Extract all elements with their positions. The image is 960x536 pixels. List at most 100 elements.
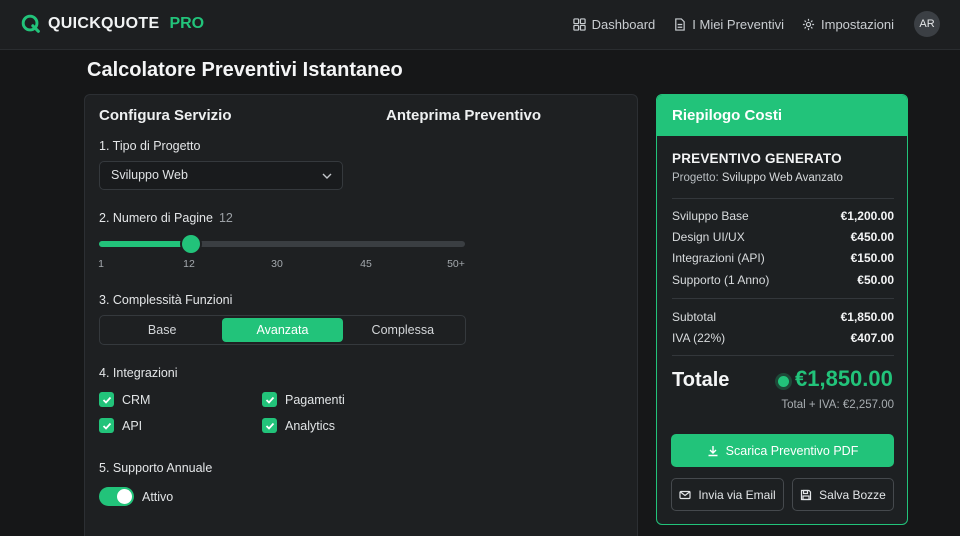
mail-icon <box>679 490 691 499</box>
pages-count: 12 <box>218 211 233 225</box>
pages-slider-thumb[interactable] <box>182 235 200 253</box>
integration-api-label: API <box>122 418 143 433</box>
brand-name: QUICKQUOTE <box>48 15 160 32</box>
preview-heading: Anteprima Preventivo <box>386 107 542 124</box>
gear-icon <box>802 18 815 30</box>
integration-payments-label: Pagamenti <box>285 392 345 407</box>
total-label: Totale <box>672 369 730 391</box>
check-icon <box>265 396 274 404</box>
dashboard-grid-icon <box>572 17 586 31</box>
vat-row: IVA (22%) €407.00 <box>672 331 894 345</box>
cost-line: Supporto (1 Anno) €50.00 <box>672 273 894 287</box>
divider <box>672 355 894 356</box>
subtotal-row: Subtotal €1,850.00 <box>672 310 894 324</box>
integration-payments[interactable]: Pagamenti <box>262 392 345 407</box>
integration-crm-label: CRM <box>122 392 151 407</box>
pages-slider[interactable] <box>99 235 465 253</box>
cost-line-value: €450.00 <box>850 230 894 244</box>
check-icon <box>102 396 111 404</box>
total-value: €1,850.00 <box>795 366 893 391</box>
complexity-option-base[interactable]: Base <box>102 318 222 342</box>
check-icon <box>102 422 111 430</box>
integration-api[interactable]: API <box>99 418 142 433</box>
checkbox-checked[interactable] <box>99 392 114 407</box>
brand-logo[interactable]: QUICKQUOTE PRO <box>20 13 204 35</box>
top-bar: QUICKQUOTE PRO Dashboard I Miei Preventiv… <box>0 0 960 50</box>
complexity-label: 3. Complessità Funzioni <box>99 293 233 307</box>
subtotal-label: Subtotal <box>672 310 717 324</box>
check-icon <box>265 422 274 430</box>
complexity-option-complex[interactable]: Complessa <box>343 318 463 342</box>
subtotal-value: €1,850.00 <box>840 310 894 324</box>
summary-heading: Riepilogo Costi <box>657 95 907 136</box>
integration-crm[interactable]: CRM <box>99 392 150 407</box>
divider <box>672 298 894 299</box>
user-avatar[interactable]: AR <box>914 11 940 37</box>
cost-line-value: €1,200.00 <box>840 209 894 223</box>
cost-line-value: €50.00 <box>857 273 894 287</box>
nav-dashboard-label: Dashboard <box>591 16 656 32</box>
status-dot-icon <box>778 376 789 387</box>
checkbox-checked[interactable] <box>99 418 114 433</box>
slider-tick: 12 <box>183 258 195 270</box>
complexity-option-advanced[interactable]: Avanzata <box>222 318 343 342</box>
summary-title: PREVENTIVO GENERATO <box>672 151 842 166</box>
pages-label-row: 2. Numero di Pagine 12 <box>99 211 233 225</box>
slider-tick: 30 <box>271 258 283 270</box>
nav-settings-label: Impostazioni <box>821 16 894 32</box>
cost-line-label: Integrazioni (API) <box>672 251 765 265</box>
send-email-label: Invia via Email <box>698 487 776 502</box>
divider <box>672 198 894 199</box>
slider-tick: 1 <box>98 258 104 270</box>
support-toggle-row: Attivo <box>99 487 173 506</box>
cost-line: Sviluppo Base €1,200.00 <box>672 209 894 223</box>
download-pdf-label: Scarica Preventivo PDF <box>725 443 859 458</box>
vat-label: IVA (22%) <box>672 331 726 345</box>
project-type-select[interactable]: Sviluppo Web <box>99 161 343 190</box>
cost-line-label: Supporto (1 Anno) <box>672 273 770 287</box>
send-email-button[interactable]: Invia via Email <box>671 478 784 511</box>
integrations-label: 4. Integrazioni <box>99 366 178 380</box>
download-icon <box>708 445 718 456</box>
project-type-value: Sviluppo Web <box>111 168 188 182</box>
cost-line-value: €150.00 <box>850 251 894 265</box>
checkbox-checked[interactable] <box>262 392 277 407</box>
project-value: Sviluppo Web Avanzato <box>721 172 843 184</box>
cost-line-label: Design UI/UX <box>672 230 745 244</box>
support-toggle-label: Attivo <box>142 489 174 504</box>
checkbox-checked[interactable] <box>262 418 277 433</box>
cost-line: Integrazioni (API) €150.00 <box>672 251 894 265</box>
cost-line-label: Sviluppo Base <box>672 209 749 223</box>
integration-analytics-label: Analytics <box>285 418 336 433</box>
cost-summary-panel: Riepilogo Costi PREVENTIVO GENERATO Prog… <box>656 94 908 525</box>
document-icon <box>675 17 686 31</box>
complexity-segmented-control: Base Avanzata Complessa <box>99 315 466 345</box>
chevron-down-icon <box>322 173 332 179</box>
nav-settings[interactable]: Impostazioni <box>802 17 894 32</box>
main-nav: Dashboard I Miei Preventivi Impostazioni… <box>555 11 940 37</box>
total-with-vat: Total + IVA: €2,257.00 <box>781 399 894 411</box>
nav-my-quotes-label: I Miei Preventivi <box>692 16 785 32</box>
cost-line: Design UI/UX €450.00 <box>672 230 894 244</box>
download-pdf-button[interactable]: Scarica Preventivo PDF <box>671 434 894 467</box>
pages-slider-ticks: 1 12 30 45 50+ <box>98 258 465 272</box>
brand-accent: PRO <box>169 15 205 32</box>
summary-project: Progetto: Sviluppo Web Avanzato <box>672 172 843 184</box>
save-draft-button[interactable]: Salva Bozze <box>792 478 894 511</box>
nav-dashboard[interactable]: Dashboard <box>572 16 656 32</box>
support-label: 5. Supporto Annuale <box>99 461 213 475</box>
save-draft-label: Salva Bozze <box>819 487 886 502</box>
pages-slider-fill <box>99 241 191 247</box>
config-heading: Configura Servizio <box>99 107 232 124</box>
config-panel: Configura Servizio Anteprima Preventivo … <box>84 94 638 536</box>
slider-tick: 50+ <box>447 258 465 270</box>
support-toggle[interactable] <box>99 487 134 506</box>
vat-value: €407.00 <box>850 331 894 345</box>
page-title: Calcolatore Preventivi Istantaneo <box>87 59 403 81</box>
quickquote-logo-icon <box>21 14 40 33</box>
nav-my-quotes[interactable]: I Miei Preventivi <box>673 17 784 32</box>
slider-tick: 45 <box>360 258 372 270</box>
pages-label: 2. Numero di Pagine <box>99 211 213 225</box>
toggle-knob <box>117 489 132 504</box>
integration-analytics[interactable]: Analytics <box>262 418 335 433</box>
